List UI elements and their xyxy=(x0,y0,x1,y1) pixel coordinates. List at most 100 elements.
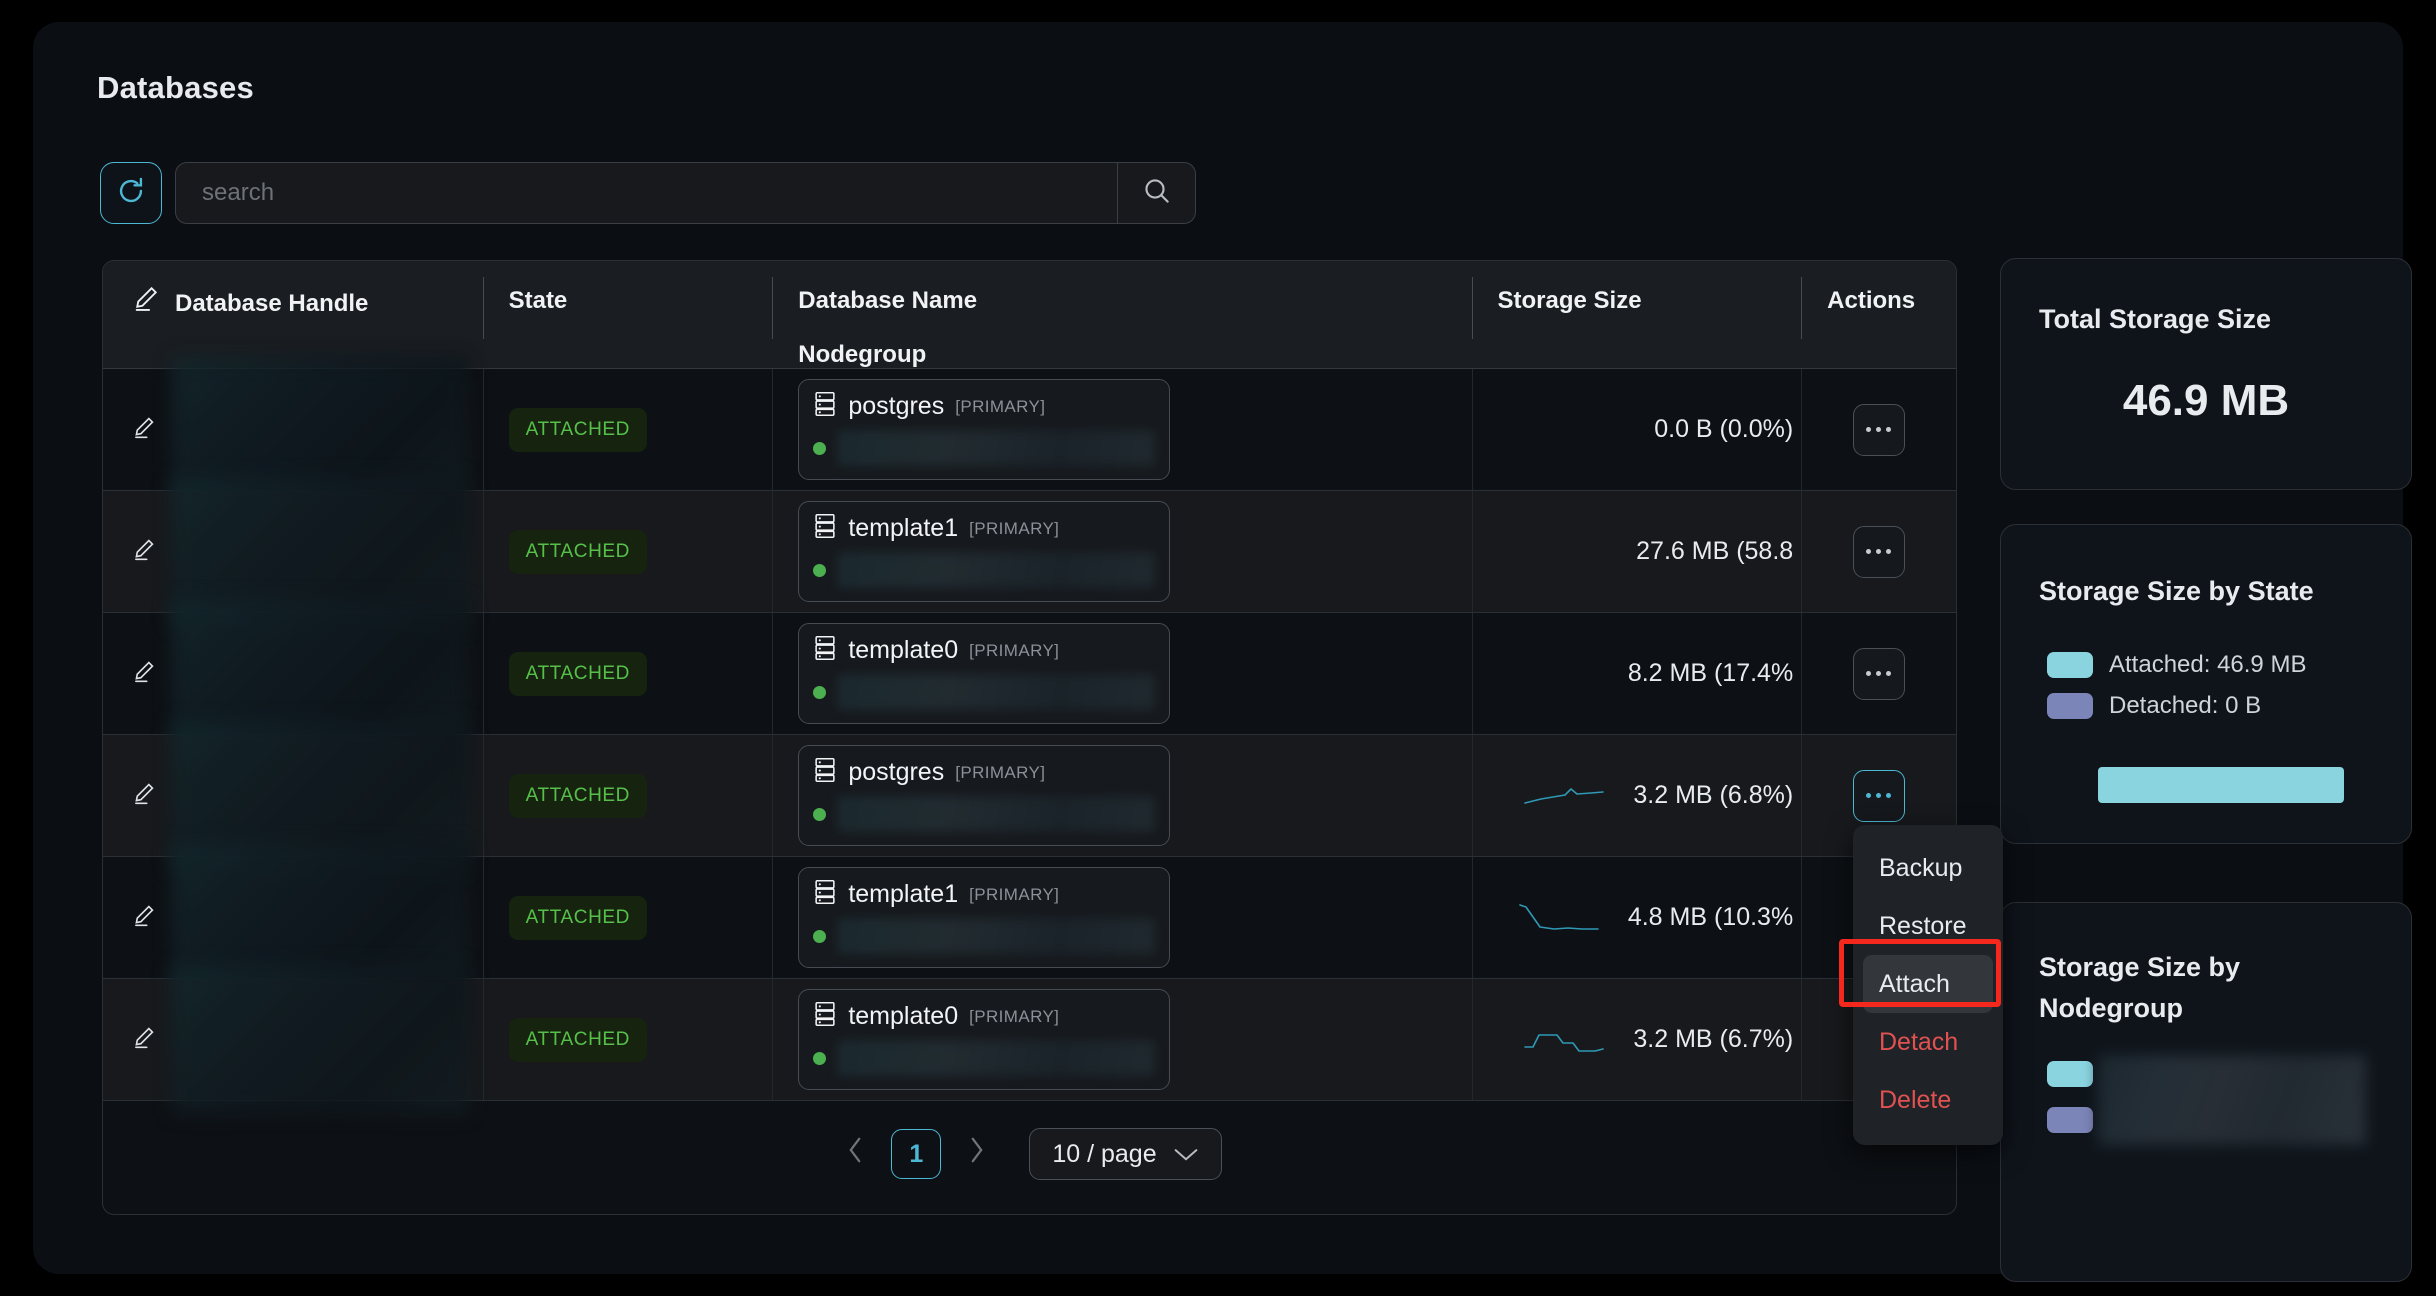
legend-label: Attached: 46.9 MB xyxy=(2109,651,2307,678)
nodegroup-redacted xyxy=(837,430,1156,466)
storage-by-state-legend: Attached: 46.9 MB Detached: 0 B xyxy=(2047,651,2306,733)
database-icon xyxy=(813,879,837,910)
column-header-storage-size[interactable]: Storage Size xyxy=(1471,277,1802,339)
pencil-icon[interactable] xyxy=(131,1024,157,1055)
legend-label: Detached: 0 B xyxy=(2109,692,2262,719)
column-header-database-name[interactable]: Database Name Nodegroup xyxy=(772,276,1471,372)
cell-database-name: postgres [PRIMARY] xyxy=(772,369,1471,490)
pencil-icon xyxy=(131,283,161,324)
pencil-icon[interactable] xyxy=(131,414,157,445)
storage-size-value: 3.2 MB (6.7%) xyxy=(1633,1025,1794,1053)
chevron-right-icon xyxy=(967,1136,987,1172)
pagination: 1 10 / page xyxy=(103,1094,1956,1214)
refresh-button[interactable] xyxy=(100,162,162,224)
menu-item-delete[interactable]: Delete xyxy=(1853,1071,2003,1129)
nodegroup-status-dot xyxy=(813,685,827,699)
database-icon xyxy=(813,757,837,788)
storage-by-state-bar xyxy=(2098,767,2344,803)
menu-item-backup[interactable]: Backup xyxy=(1853,839,2003,897)
databases-table: Database Handle State Database Name Node… xyxy=(102,260,1957,1215)
total-storage-size-value: 46.9 MB xyxy=(2122,376,2290,425)
table-row: ATTACHED template0 [PRIMARY] 8.2 MB (17.4% xyxy=(103,599,1956,749)
cell-database-handle[interactable] xyxy=(103,599,483,749)
storage-by-state-card: Storage Size by State Attached: 46.9 MB D… xyxy=(2000,524,2412,844)
database-name: postgres xyxy=(848,392,945,420)
total-storage-size-title: Total Storage Size xyxy=(2039,304,2272,334)
cell-database-handle[interactable] xyxy=(103,843,483,993)
ellipsis-icon xyxy=(1866,793,1872,798)
cell-database-handle[interactable] xyxy=(103,477,483,627)
database-primary-tag: [PRIMARY] xyxy=(969,1006,1060,1026)
pencil-icon[interactable] xyxy=(131,780,157,811)
storage-by-nodegroup-legend xyxy=(2047,1061,2093,1153)
row-actions-button[interactable] xyxy=(1852,647,1905,700)
search-box[interactable] xyxy=(175,162,1196,224)
database-handle-redacted xyxy=(171,477,469,627)
cell-database-handle[interactable] xyxy=(103,965,483,1115)
menu-item-attach[interactable]: Attach xyxy=(1863,955,1993,1013)
status-badge: ATTACHED xyxy=(508,1017,647,1062)
database-name-card[interactable]: template1 [PRIMARY] xyxy=(798,867,1171,968)
ellipsis-icon xyxy=(1886,793,1892,798)
ellipsis-icon xyxy=(1876,427,1882,432)
status-badge: ATTACHED xyxy=(508,895,647,940)
storage-by-nodegroup-title: Storage Size by Nodegroup xyxy=(2039,952,2241,1023)
ellipsis-icon xyxy=(1866,671,1872,676)
row-actions-button[interactable] xyxy=(1852,525,1905,578)
table-row: ATTACHED template1 [PRIMARY] 4.8 MB (10.3% xyxy=(103,843,1956,993)
legend-swatch xyxy=(2047,1107,2093,1133)
database-name: postgres xyxy=(848,758,945,786)
pencil-icon[interactable] xyxy=(131,658,157,689)
pencil-icon[interactable] xyxy=(131,536,157,567)
app-panel: Databases search Database Handle State D… xyxy=(33,22,2412,1282)
table-row: ATTACHED template1 [PRIMARY] 27.6 MB (58.8 xyxy=(103,477,1956,627)
database-name-card[interactable]: postgres [PRIMARY] xyxy=(798,379,1171,480)
cell-database-handle[interactable] xyxy=(103,355,483,505)
database-handle-redacted xyxy=(171,965,469,1115)
column-header-state[interactable]: State xyxy=(482,277,773,339)
chevron-left-icon xyxy=(845,1136,865,1172)
database-name: template0 xyxy=(848,1002,959,1030)
ellipsis-icon xyxy=(1866,549,1872,554)
database-name-card[interactable]: template0 [PRIMARY] xyxy=(798,623,1171,724)
row-actions-button[interactable] xyxy=(1852,769,1905,822)
search-input[interactable] xyxy=(176,163,1117,223)
legend-swatch xyxy=(2047,1061,2093,1087)
nodegroup-status-dot xyxy=(813,1051,827,1065)
cell-database-handle[interactable] xyxy=(103,721,483,871)
search-button[interactable] xyxy=(1117,163,1195,223)
pagination-prev-button[interactable] xyxy=(837,1132,873,1176)
ellipsis-icon xyxy=(1886,549,1892,554)
column-header-database-handle[interactable]: Database Handle xyxy=(103,283,483,324)
nodegroup-status-dot xyxy=(813,563,827,577)
database-name-card[interactable]: template1 [PRIMARY] xyxy=(798,501,1171,602)
cell-database-name: template1 [PRIMARY] xyxy=(772,857,1471,978)
nodegroup-status-dot xyxy=(813,807,827,821)
database-name-card[interactable]: postgres [PRIMARY] xyxy=(798,745,1171,846)
page-size-select[interactable]: 10 / page xyxy=(1029,1128,1222,1180)
pagination-page-1[interactable]: 1 xyxy=(891,1129,942,1179)
status-badge: ATTACHED xyxy=(508,651,647,696)
storage-by-nodegroup-card: Storage Size by Nodegroup xyxy=(2000,902,2412,1282)
menu-item-restore[interactable]: Restore xyxy=(1853,897,2003,955)
database-primary-tag: [PRIMARY] xyxy=(969,518,1060,538)
cell-actions xyxy=(1801,491,1956,612)
database-icon xyxy=(813,635,837,666)
menu-item-detach[interactable]: Detach xyxy=(1853,1013,2003,1071)
chevron-down-icon xyxy=(1173,1140,1199,1169)
table-body: ATTACHED postgres [PRIMARY] 0.0 B (0.0%) ATT… xyxy=(103,355,1956,1115)
storage-size-value: 0.0 B (0.0%) xyxy=(1654,415,1794,443)
pagination-next-button[interactable] xyxy=(959,1132,995,1176)
cell-database-name: template0 [PRIMARY] xyxy=(772,613,1471,734)
cell-state: ATTACHED xyxy=(482,735,773,856)
legend-swatch xyxy=(2047,652,2093,678)
cell-storage-size: 3.2 MB (6.7%) xyxy=(1471,979,1802,1100)
pencil-icon[interactable] xyxy=(131,902,157,933)
storage-size-value: 8.2 MB (17.4% xyxy=(1627,659,1794,687)
database-name-card[interactable]: template0 [PRIMARY] xyxy=(798,989,1171,1090)
legend-row: Detached: 0 B xyxy=(2047,692,2306,720)
legend-swatch xyxy=(2047,693,2093,719)
page-size-label: 10 / page xyxy=(1052,1139,1157,1168)
row-actions-button[interactable] xyxy=(1852,403,1905,456)
cell-database-name: template0 [PRIMARY] xyxy=(772,979,1471,1100)
